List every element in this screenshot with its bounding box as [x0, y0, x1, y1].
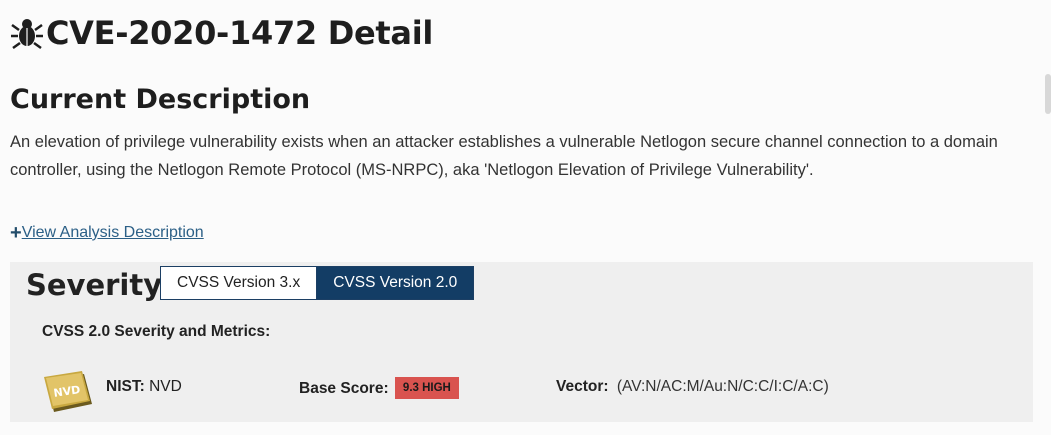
- page-title: CVE-2020-1472 Detail: [46, 14, 434, 52]
- severity-heading: Severity: [26, 268, 163, 302]
- base-score-badge[interactable]: 9.3 HIGH: [394, 377, 459, 399]
- vector-metric: Vector: (AV:N/AC:M/Au:N/C:C/I:C/A:C): [556, 378, 829, 396]
- bug-icon: [11, 19, 43, 50]
- vector-label: Vector:: [556, 378, 609, 395]
- metrics-row: NVD NIST: NVD Base Score: 9.3 HIGH Vecto…: [40, 370, 1020, 416]
- current-description-heading: Current Description: [10, 84, 311, 115]
- cvss-version-tabs: CVSS Version 3.x CVSS Version 2.0: [160, 266, 475, 300]
- vector-value: (AV:N/AC:M/Au:N/C:C/I:C/A:C): [616, 378, 829, 395]
- tab-cvss-3x[interactable]: CVSS Version 3.x: [160, 266, 318, 300]
- current-description-text: An elevation of privilege vulnerability …: [10, 133, 998, 179]
- scrollbar-thumb[interactable]: [1045, 74, 1051, 114]
- base-score-label: Base Score:: [299, 380, 389, 398]
- cve-detail-page: CVE-2020-1472 Detail Current Description…: [0, 0, 1051, 435]
- tab-cvss-20[interactable]: CVSS Version 2.0: [317, 266, 475, 300]
- nist-value: NVD: [149, 378, 182, 395]
- cvss-metrics-heading: CVSS 2.0 Severity and Metrics:: [42, 323, 271, 340]
- plus-icon: +: [10, 222, 22, 244]
- view-analysis-description-link[interactable]: + View Analysis Description: [10, 222, 204, 244]
- base-score-metric: Base Score: 9.3 HIGH: [299, 377, 459, 400]
- nvd-logo-icon: NVD: [44, 371, 92, 412]
- title-row: CVE-2020-1472 Detail: [10, 14, 433, 52]
- nist-metric: NIST: NVD: [106, 378, 182, 396]
- severity-panel: Severity CVSS Version 3.x CVSS Version 2…: [10, 262, 1033, 422]
- view-analysis-description-label[interactable]: View Analysis Description: [22, 224, 204, 242]
- nist-label: NIST:: [106, 378, 145, 395]
